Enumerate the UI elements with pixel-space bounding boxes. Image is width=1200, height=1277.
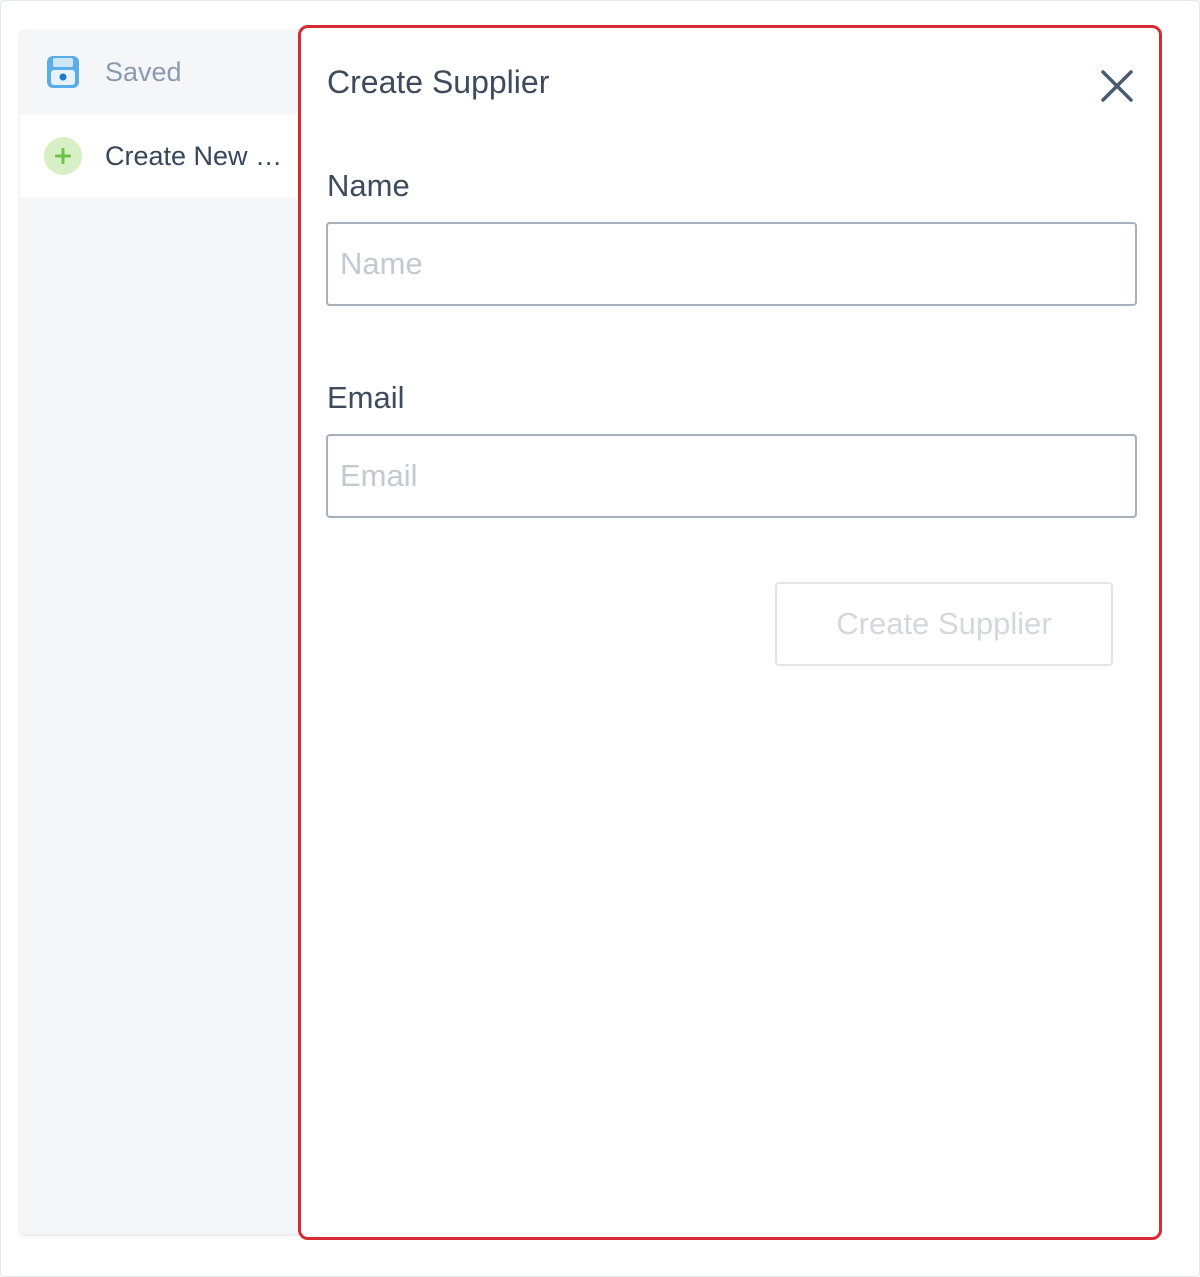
sidebar: Saved Create New Supplier	[20, 30, 298, 1234]
close-icon	[1099, 70, 1135, 108]
save-icon	[44, 53, 82, 91]
page: Saved Create New Supplier Create Supplie…	[0, 0, 1200, 1277]
sidebar-item-label: Create New Supplier	[105, 140, 285, 171]
dialog-title: Create Supplier	[327, 64, 550, 100]
create-supplier-button[interactable]: Create Supplier	[775, 582, 1113, 666]
plus-icon	[44, 137, 82, 175]
email-input[interactable]	[326, 434, 1137, 518]
sidebar-item-create-new[interactable]: Create New Supplier	[20, 114, 298, 198]
create-supplier-dialog: Create Supplier Name Email Create Suppli…	[298, 25, 1162, 1240]
close-button[interactable]	[1099, 68, 1135, 104]
sidebar-item-saved[interactable]: Saved	[20, 30, 298, 114]
name-label: Name	[327, 168, 410, 203]
name-input[interactable]	[326, 222, 1137, 306]
sidebar-item-label: Saved	[105, 56, 182, 87]
email-label: Email	[327, 380, 405, 415]
